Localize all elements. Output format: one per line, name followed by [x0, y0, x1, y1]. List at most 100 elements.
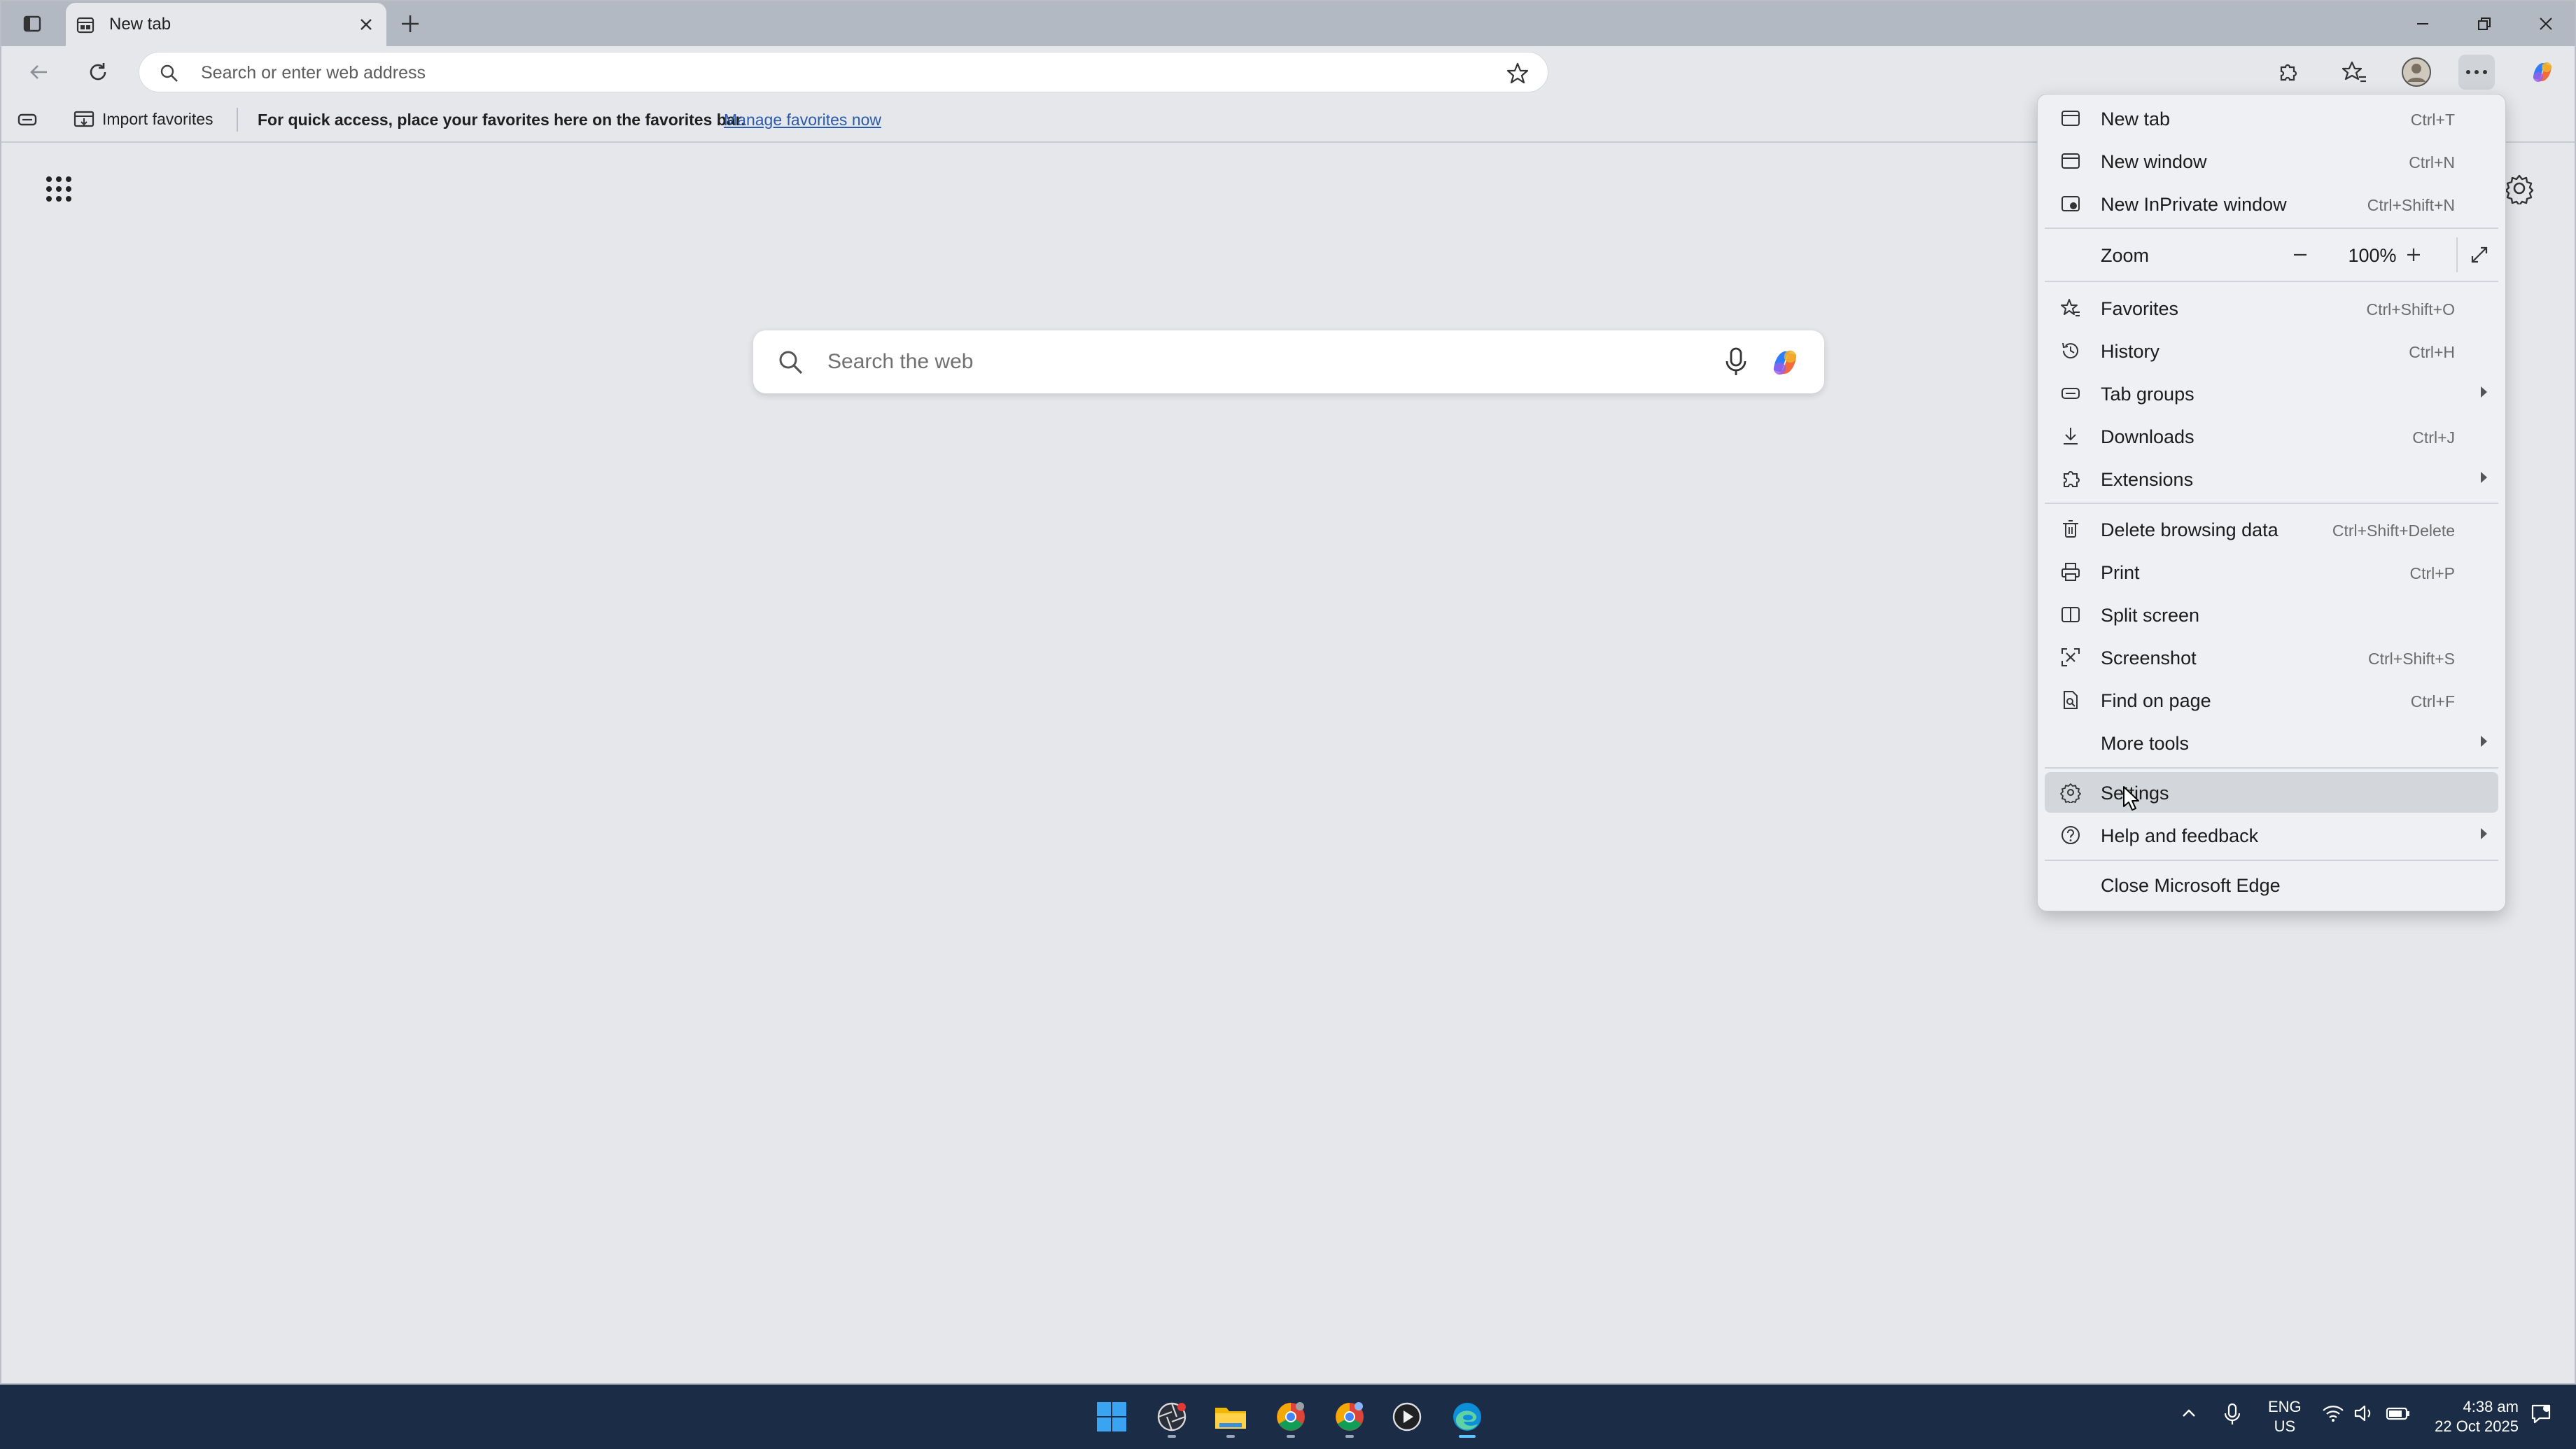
settings-and-more-menu: New tab Ctrl+T New window Ctrl+N New InP… [2037, 94, 2506, 911]
menu-item-favorites[interactable]: Favorites Ctrl+Shift+O [2045, 288, 2498, 328]
menu-zoom-row: Zoom 100% [2045, 230, 2498, 279]
extensions-button[interactable] [2269, 55, 2306, 90]
menu-item-delete-browsing-data[interactable]: Delete browsing data Ctrl+Shift+Delete [2045, 509, 2498, 550]
tab-new-tab[interactable]: New tab [66, 3, 386, 46]
battery-icon[interactable] [2386, 1403, 2411, 1424]
taskbar-chrome-profile[interactable] [1327, 1394, 1372, 1439]
input-language-indicator[interactable]: ENG US [2268, 1397, 2302, 1436]
menu-item-new-tab[interactable]: New tab Ctrl+T [2045, 98, 2498, 139]
menu-item-shortcut: Ctrl+H [2409, 343, 2455, 361]
copilot-icon[interactable] [1767, 344, 1803, 381]
menu-item-screenshot[interactable]: Screenshot Ctrl+Shift+S [2045, 637, 2498, 678]
notifications-icon[interactable] [2530, 1403, 2552, 1425]
menu-item-label: Favorites [2101, 298, 2179, 319]
import-favorites-label: Import favorites [102, 109, 214, 128]
taskbar: ENG US 4:38 am 22 Oct 2025 [0, 1385, 2576, 1449]
restore-button[interactable] [2461, 7, 2507, 41]
close-window-button[interactable] [2523, 7, 2569, 41]
show-hidden-icons-chevron-icon[interactable] [2178, 1403, 2199, 1424]
favorites-button[interactable] [2337, 55, 2373, 90]
menu-item-label: Split screen [2101, 605, 2200, 626]
split-screen-icon [2062, 607, 2080, 622]
web-search-box[interactable]: Search the web [753, 330, 1824, 393]
back-button[interactable] [22, 56, 56, 88]
menu-item-shortcut: Ctrl+Shift+Delete [2332, 522, 2455, 540]
aperture-app-icon [1157, 1402, 1186, 1432]
system-clock[interactable]: 4:38 am 22 Oct 2025 [2421, 1397, 2519, 1436]
start-button[interactable] [1089, 1394, 1134, 1439]
download-icon [2064, 428, 2078, 444]
menu-separator [2045, 767, 2498, 769]
zoom-label: Zoom [2101, 245, 2150, 266]
play-icon [1392, 1402, 1422, 1432]
volume-icon[interactable] [2353, 1403, 2376, 1424]
tab-strip: New tab [1, 1, 2575, 46]
refresh-button[interactable] [81, 56, 115, 88]
trash-icon [2063, 520, 2078, 538]
menu-item-more-tools[interactable]: More tools [2045, 722, 2498, 763]
menu-item-settings[interactable]: Settings [2045, 772, 2498, 813]
menu-item-downloads[interactable]: Downloads Ctrl+J [2045, 416, 2498, 456]
settings-and-more-button[interactable] [2458, 55, 2495, 90]
menu-item-help-and-feedback[interactable]: Help and feedback [2045, 815, 2498, 855]
menu-item-extensions[interactable]: Extensions [2045, 458, 2498, 499]
menu-item-shortcut: Ctrl+P [2409, 564, 2455, 582]
taskbar-microsoft-edge[interactable] [1445, 1394, 1490, 1439]
menu-item-close-microsoft-edge[interactable]: Close Microsoft Edge [2045, 864, 2498, 905]
menu-item-new-inprivate-window[interactable]: New InPrivate window Ctrl+Shift+N [2045, 183, 2498, 224]
menu-item-shortcut: Ctrl+Shift+S [2368, 650, 2455, 668]
zoom-value: 100% [2348, 245, 2397, 266]
page-settings-gear-icon[interactable] [2503, 172, 2535, 204]
menu-item-find-on-page[interactable]: Find on page Ctrl+F [2045, 680, 2498, 720]
clock-date: 22 Oct 2025 [2435, 1418, 2519, 1435]
microphone-icon[interactable] [1722, 346, 1750, 378]
close-icon [2540, 18, 2552, 30]
folder-icon [1215, 1408, 1246, 1429]
menu-item-shortcut: Ctrl+T [2410, 111, 2455, 129]
new-tab-button[interactable] [395, 10, 426, 38]
close-tab-icon[interactable] [356, 14, 377, 35]
gear-icon [2060, 783, 2081, 803]
menu-item-shortcut: Ctrl+Shift+O [2366, 300, 2455, 318]
copilot-button[interactable] [2524, 55, 2561, 90]
menu-item-label: Screenshot [2101, 648, 2197, 668]
puzzle-icon [2064, 471, 2080, 487]
taskbar-chrome[interactable] [1268, 1394, 1313, 1439]
zoom-divider [2456, 237, 2458, 272]
plus-icon [2407, 248, 2420, 261]
minus-icon [2294, 253, 2306, 256]
menu-item-new-window[interactable]: New window Ctrl+N [2045, 141, 2498, 181]
menu-item-label: Delete browsing data [2101, 519, 2278, 540]
new-window-icon [2062, 153, 2080, 169]
app-launcher-grid-icon[interactable] [43, 174, 74, 204]
zoom-in-button[interactable] [2398, 239, 2430, 271]
menu-item-label: History [2101, 341, 2160, 362]
taskbar-file-explorer[interactable] [1208, 1394, 1253, 1439]
running-indicator [1345, 1435, 1354, 1438]
tab-actions-button[interactable] [17, 10, 48, 38]
manage-favorites-link[interactable]: Manage favorites now [724, 111, 881, 130]
wifi-icon[interactable] [2321, 1403, 2345, 1424]
favorites-bar-icon[interactable] [17, 111, 38, 129]
running-indicator [1459, 1435, 1476, 1438]
favorites-icon [2061, 299, 2080, 316]
menu-item-label: More tools [2101, 733, 2190, 754]
menu-item-tab-groups[interactable]: Tab groups [2045, 373, 2498, 414]
profile-button[interactable] [2398, 55, 2435, 90]
taskbar-app-1[interactable] [1149, 1394, 1194, 1439]
minimize-button[interactable] [2400, 7, 2446, 41]
microphone-icon[interactable] [2223, 1403, 2241, 1427]
zoom-out-button[interactable] [2284, 239, 2316, 271]
add-favorite-star-icon[interactable] [1506, 62, 1530, 85]
menu-item-split-screen[interactable]: Split screen [2045, 594, 2498, 635]
taskbar-media-player[interactable] [1385, 1394, 1429, 1439]
menu-item-history[interactable]: History Ctrl+H [2045, 330, 2498, 371]
menu-item-print[interactable]: Print Ctrl+P [2045, 552, 2498, 592]
screenshot-icon [2062, 648, 2080, 666]
full-screen-button[interactable] [2463, 239, 2496, 271]
menu-item-label: Find on page [2101, 690, 2211, 711]
avatar [2402, 57, 2431, 87]
import-favorites-button[interactable]: Import favorites [73, 109, 214, 129]
address-bar[interactable]: Search or enter web address [139, 52, 1548, 92]
keyboard-region: US [2274, 1418, 2296, 1435]
